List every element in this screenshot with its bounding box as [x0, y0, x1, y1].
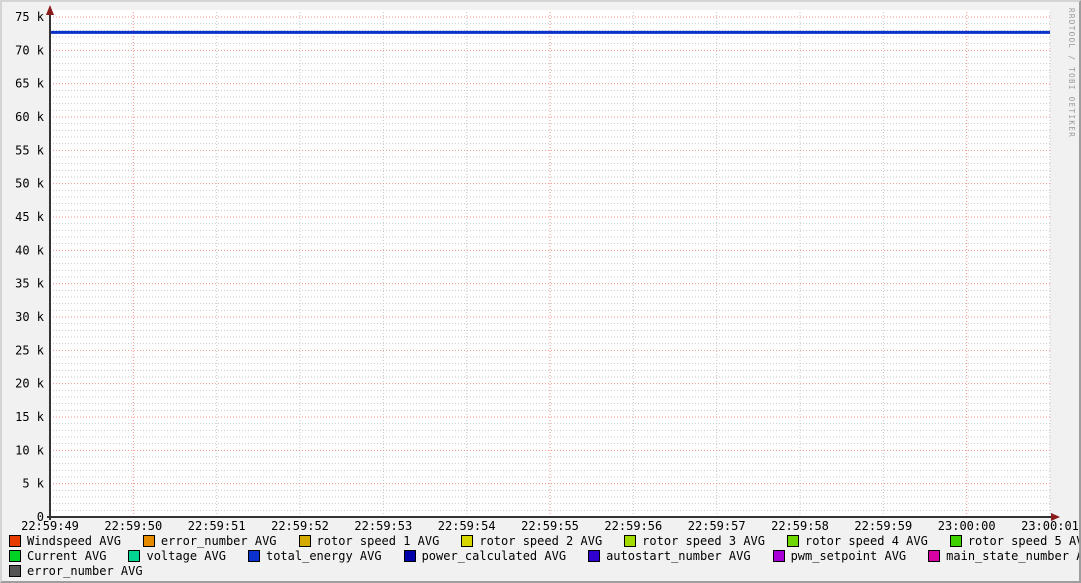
legend-item: power_calculated AVG	[403, 548, 567, 563]
legend-label: total_energy AVG	[265, 548, 382, 563]
legend-swatch	[588, 549, 601, 562]
legend-row: Current AVG voltage AVG total_energy AVG po…	[9, 548, 1079, 563]
y-tick-label: 35 k	[15, 277, 45, 291]
x-tick-label: 22:59:54	[438, 519, 496, 533]
legend-swatch	[772, 549, 785, 562]
x-tick-label: 22:59:51	[188, 519, 246, 533]
y-tick-label: 5 k	[22, 477, 44, 491]
legend-item: error_number AVG	[142, 533, 277, 548]
x-tick-label: 22:59:55	[521, 519, 579, 533]
x-tick-label: 22:59:49	[21, 519, 79, 533]
legend-item: autostart_number AVG	[588, 549, 751, 563]
legend-swatch	[787, 534, 799, 547]
legend-label: main_state_number AVG	[946, 548, 1079, 563]
legend-label: Windspeed AVG	[27, 533, 121, 548]
legend-label: power_calculated AVG	[421, 548, 567, 563]
x-tick-label: 22:59:59	[854, 519, 912, 533]
legend-label: error_number AVG	[160, 533, 277, 548]
x-tick-label: 22:59:56	[604, 519, 662, 533]
watermark: RRDTOOL / TOBI OETIKER	[1067, 8, 1076, 139]
legend-item: main_state_number AVG	[928, 548, 1079, 563]
x-tick-label: 22:59:50	[104, 519, 162, 533]
y-tick-label: 10 k	[15, 443, 45, 457]
legend-label: Current AVG	[27, 548, 107, 563]
legend-row: error_number AVG	[9, 563, 1079, 578]
legend-swatch	[142, 534, 155, 547]
legend-swatch	[298, 534, 311, 547]
legend-label: voltage AVG	[146, 548, 226, 563]
legend-swatch	[128, 549, 141, 562]
x-tick-label: 22:59:57	[688, 519, 746, 533]
chart-canvas: 05 k10 k15 k20 k25 k30 k35 k40 k45 k50 k…	[15, 5, 1079, 533]
legend-swatch	[624, 534, 637, 547]
legend-label: autostart_number AVG	[606, 548, 751, 563]
legend-swatch	[9, 564, 21, 577]
legend-row: Windspeed AVG error_number AVG rotor speed…	[9, 533, 1079, 548]
legend-item: voltage AVG	[128, 548, 226, 563]
legend-item: Windspeed AVG	[9, 534, 121, 548]
x-tick-label: 22:59:58	[771, 519, 829, 533]
legend-label: error_number AVG	[27, 563, 143, 578]
x-tick-label: 22:59:52	[271, 519, 329, 533]
legend-item: rotor speed 4 AVG	[787, 534, 928, 548]
y-tick-label: 60 k	[15, 110, 45, 124]
legend-item: rotor speed 1 AVG	[298, 533, 440, 548]
legend-item: error_number AVG	[9, 564, 143, 578]
legend-item: total_energy AVG	[247, 548, 382, 563]
legend-swatch	[247, 549, 260, 562]
legend-label: rotor speed 5 AVG	[967, 533, 1081, 548]
legend-label: pwm_setpoint AVG	[790, 548, 907, 563]
legend-swatch	[928, 549, 941, 562]
x-tick-label: 23:00:01	[1021, 519, 1079, 533]
legend-label: rotor speed 4 AVG	[805, 533, 928, 548]
y-tick-label: 30 k	[15, 310, 45, 324]
y-tick-label: 45 k	[15, 210, 45, 224]
legend-item: Current AVG	[9, 549, 106, 563]
y-tick-label: 50 k	[15, 177, 45, 191]
y-tick-label: 55 k	[15, 143, 45, 157]
rrdtool-graph: 05 k 10 k 15 k 20 k 25 k 30 k 35 k 40 k 45 k 50 k…	[0, 0, 1081, 583]
legend-label: rotor speed 3 AVG	[642, 533, 765, 548]
x-tick-label: 22:59:53	[354, 519, 412, 533]
y-tick-label: 20 k	[15, 377, 45, 391]
y-tick-label: 40 k	[15, 243, 45, 257]
y-tick-label: 65 k	[15, 77, 45, 91]
legend-swatch	[9, 534, 21, 547]
y-tick-label: 75 k	[15, 10, 45, 24]
y-tick-label: 25 k	[15, 343, 45, 357]
legend-item: rotor speed 2 AVG	[461, 534, 602, 548]
legend: Windspeed AVG error_number AVG rotor speed…	[9, 533, 1079, 578]
x-tick-label: 23:00:00	[938, 519, 996, 533]
legend-item: rotor speed 3 AVG	[624, 534, 765, 548]
legend-swatch	[403, 549, 416, 562]
y-tick-label: 15 k	[15, 410, 45, 424]
legend-swatch	[9, 549, 21, 562]
y-tick-label: 70 k	[15, 43, 45, 57]
legend-swatch	[461, 534, 474, 547]
legend-item: pwm_setpoint AVG	[772, 548, 907, 563]
legend-label: rotor speed 1 AVG	[316, 533, 440, 548]
legend-label: rotor speed 2 AVG	[479, 533, 603, 548]
legend-swatch	[949, 534, 962, 547]
legend-item: rotor speed 5 AVG	[949, 533, 1081, 548]
